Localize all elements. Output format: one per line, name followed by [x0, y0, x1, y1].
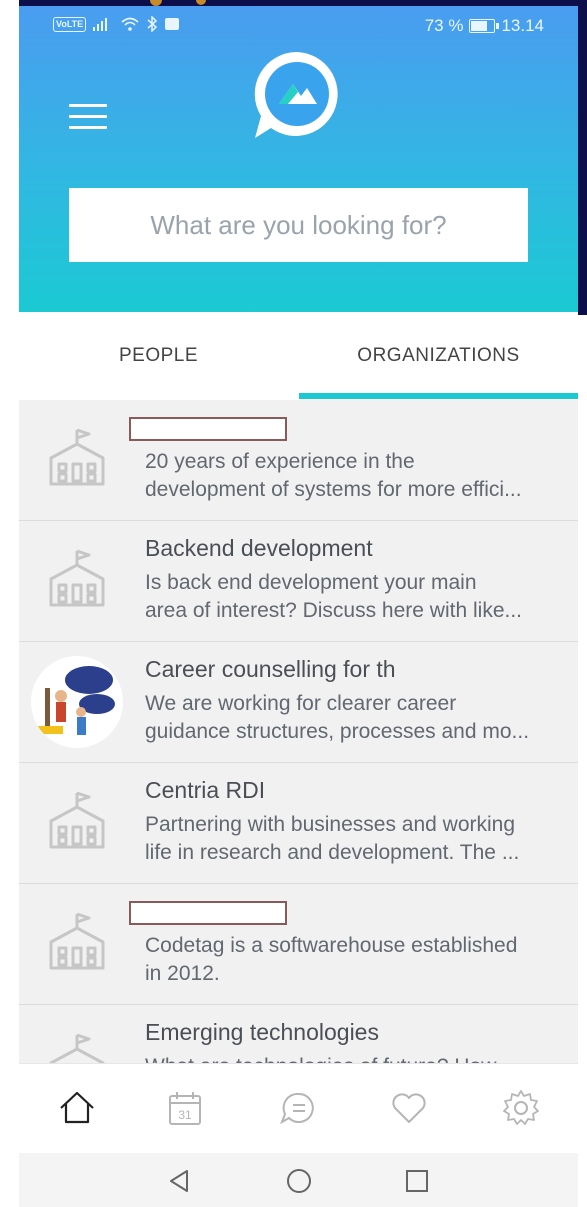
item-description: What are technologies of future? How: [145, 1053, 569, 1063]
battery-icon: [469, 19, 500, 33]
tab-bar: PEOPLE ORGANIZATIONS: [19, 312, 578, 400]
redacted-title: [129, 417, 287, 441]
status-bar: VoLTE 73 % 13.14: [19, 6, 578, 46]
organization-list[interactable]: 20 years of experience in the development…: [19, 400, 578, 1063]
recents-icon[interactable]: [403, 1167, 431, 1195]
redacted-title: [129, 901, 287, 925]
item-title: Backend development: [145, 535, 373, 561]
item-description: 20 years of experience in the development…: [145, 450, 522, 501]
wifi-icon: [121, 17, 139, 31]
list-item[interactable]: Career counselling for th We are working…: [19, 642, 578, 763]
battery-percent: 73 %: [424, 16, 464, 35]
bluetooth-icon: [147, 16, 158, 32]
bottom-navigation: 31: [19, 1063, 578, 1154]
menu-icon[interactable]: [69, 104, 107, 130]
background-left: [0, 0, 19, 1207]
list-item[interactable]: Backend development Is back end developm…: [19, 521, 578, 642]
item-description: We are working for clearer career guidanc…: [145, 692, 530, 743]
item-description: Partnering with businesses and working li…: [145, 813, 520, 864]
notification-icon: [165, 18, 180, 30]
list-item[interactable]: Emerging technologies What are technolog…: [19, 1005, 578, 1063]
heart-icon[interactable]: [389, 1088, 429, 1128]
chat-logo-icon: [254, 51, 338, 139]
building-icon: [49, 428, 105, 486]
item-description: Is back end development your main area of…: [145, 571, 522, 622]
signal-icon: [93, 18, 108, 31]
app-header: VoLTE 73 % 13.14: [19, 6, 578, 312]
chat-icon[interactable]: [277, 1088, 317, 1128]
item-title: Career counselling for th: [145, 656, 396, 682]
tab-organizations[interactable]: ORGANIZATIONS: [299, 312, 578, 400]
building-icon: [49, 791, 105, 849]
volte-badge: VoLTE: [53, 16, 87, 32]
list-item[interactable]: 20 years of experience in the development…: [19, 400, 578, 521]
list-item[interactable]: Codetag is a softwarehouse established in…: [19, 884, 578, 1005]
background-right: [578, 0, 587, 315]
org-avatar-image: [31, 656, 123, 748]
svg-text:31: 31: [178, 1108, 192, 1122]
building-icon: [49, 549, 105, 607]
clock: 13.14: [501, 16, 544, 35]
home-circle-icon[interactable]: [285, 1167, 313, 1195]
calendar-icon[interactable]: 31: [165, 1088, 205, 1128]
settings-icon[interactable]: [501, 1088, 541, 1128]
item-description: Codetag is a softwarehouse established in…: [145, 934, 518, 985]
item-title: Emerging technologies: [145, 1019, 379, 1045]
list-item[interactable]: Centria RDI Partnering with businesses a…: [19, 763, 578, 884]
tab-people[interactable]: PEOPLE: [19, 312, 298, 400]
active-tab-indicator: [299, 393, 578, 399]
building-icon: [49, 1033, 105, 1063]
building-icon: [49, 912, 105, 970]
search-input[interactable]: [69, 188, 528, 262]
home-icon[interactable]: [57, 1088, 97, 1128]
back-icon[interactable]: [165, 1167, 193, 1195]
item-title: Centria RDI: [145, 777, 266, 803]
system-navigation: [19, 1153, 578, 1207]
